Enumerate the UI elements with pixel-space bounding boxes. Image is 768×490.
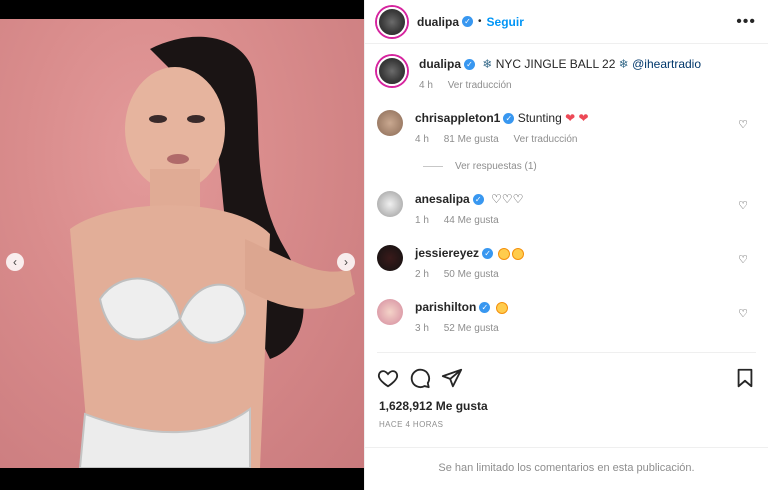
likes-count[interactable]: 1,628,912 Me gusta — [379, 399, 488, 413]
comment-item: anesalipa ✓ ♡♡♡ 1 h 44 Me gusta ♡ — [377, 191, 756, 229]
comment-emoji: ♡♡♡ — [491, 192, 524, 206]
commenter-username[interactable]: parishilton — [415, 300, 476, 314]
heart-eyes-emoji-icon — [512, 247, 525, 260]
like-comment-icon[interactable]: ♡ — [738, 307, 748, 320]
bookmark-icon[interactable] — [734, 367, 756, 389]
verified-badge-icon: ✓ — [479, 302, 491, 314]
caption-username[interactable]: dualipa — [419, 57, 461, 71]
chevron-left-icon: ‹ — [13, 255, 17, 269]
comment-body: chrisappleton1 ✓ Stunting ❤ ❤ 4 h 81 Me g… — [415, 110, 756, 148]
comment-likes[interactable]: 44 Me gusta — [444, 215, 499, 226]
comment-meta: 1 h 44 Me gusta — [415, 213, 756, 229]
comment-bubble-icon[interactable] — [409, 367, 431, 389]
verified-badge-icon: ✓ — [464, 59, 476, 71]
post-caption: dualipa ✓ ❄ NYC JINGLE BALL 22 ❄ @iheartr… — [377, 56, 756, 94]
caption-avatar[interactable] — [377, 56, 407, 86]
like-comment-icon[interactable]: ♡ — [738, 118, 748, 131]
comment-time: 4 h — [415, 134, 429, 145]
photo-illustration — [70, 36, 355, 468]
comment-time: 3 h — [415, 323, 429, 334]
comment-item: chrisappleton1 ✓ Stunting ❤ ❤ 4 h 81 Me g… — [377, 110, 756, 148]
comment-item: parishilton ✓ 3 h 52 Me gusta ♡ — [377, 299, 756, 337]
comment-text: Stunting — [517, 111, 562, 125]
instagram-post-window: ‹ › dualipa ✓ • Seguir ••• dualipa ✓ ❄ NY… — [0, 0, 768, 490]
verified-badge-icon: ✓ — [472, 194, 484, 206]
chevron-right-icon: › — [344, 255, 348, 269]
author-avatar[interactable] — [377, 6, 407, 37]
caption-mention-link[interactable]: @iheartradio — [632, 57, 701, 71]
view-replies-label: Ver respuestas (1) — [455, 161, 537, 172]
heart-outline-icon[interactable] — [377, 367, 399, 389]
post-side-panel: dualipa ✓ • Seguir ••• dualipa ✓ ❄ NYC JI… — [364, 0, 768, 490]
separator-dot: • — [478, 16, 482, 27]
comments-limited-notice: Se han limitado los comentarios en esta … — [365, 447, 768, 474]
comment-item: jessiereyez ✓ 2 h 50 Me gusta ♡ — [377, 245, 756, 283]
commenter-avatar[interactable] — [377, 245, 403, 271]
next-photo-button[interactable]: › — [337, 253, 355, 271]
heart-eyes-emoji-icon — [495, 301, 508, 314]
commenter-avatar[interactable] — [377, 191, 403, 217]
snowflake-icon: ❄ — [618, 57, 629, 71]
commenter-avatar[interactable] — [377, 110, 403, 136]
comment-body: parishilton ✓ 3 h 52 Me gusta — [415, 299, 756, 337]
commenter-username[interactable]: anesalipa — [415, 192, 470, 206]
paper-plane-icon[interactable] — [441, 367, 463, 389]
post-timestamp: HACE 4 HORAS — [379, 420, 444, 429]
post-header: dualipa ✓ • Seguir ••• — [365, 0, 768, 44]
snowflake-icon: ❄ — [482, 57, 493, 71]
comment-meta: 3 h 52 Me gusta — [415, 321, 756, 337]
comment-meta: 4 h 81 Me gusta Ver traducción — [415, 132, 756, 148]
comment-likes[interactable]: 52 Me gusta — [444, 323, 499, 334]
more-options-icon[interactable]: ••• — [736, 13, 756, 31]
caption-text: NYC JINGLE BALL 22 — [495, 57, 616, 71]
author-username[interactable]: dualipa — [417, 15, 459, 29]
follow-button[interactable]: Seguir — [487, 15, 524, 29]
view-replies-link[interactable]: Ver respuestas (1) — [423, 161, 537, 172]
commenter-username[interactable]: chrisappleton1 — [415, 111, 500, 125]
like-comment-icon[interactable]: ♡ — [738, 199, 748, 212]
caption-time: 4 h — [419, 80, 433, 91]
commenter-avatar[interactable] — [377, 299, 403, 325]
comment-likes[interactable]: 50 Me gusta — [444, 269, 499, 280]
comment-time: 2 h — [415, 269, 429, 280]
comment-body: jessiereyez ✓ 2 h 50 Me gusta — [415, 245, 756, 283]
like-comment-icon[interactable]: ♡ — [738, 253, 748, 266]
post-action-bar — [377, 352, 756, 396]
caption-body: dualipa ✓ ❄ NYC JINGLE BALL 22 ❄ @iheartr… — [419, 56, 701, 94]
comment-time: 1 h — [415, 215, 429, 226]
verified-badge-icon: ✓ — [462, 16, 474, 27]
verified-badge-icon: ✓ — [503, 113, 515, 125]
post-photo[interactable]: ‹ › — [0, 19, 364, 468]
see-translation-link[interactable]: Ver traducción — [448, 80, 512, 91]
comment-body: anesalipa ✓ ♡♡♡ 1 h 44 Me gusta — [415, 191, 756, 229]
verified-badge-icon: ✓ — [482, 248, 494, 260]
previous-photo-button[interactable]: ‹ — [6, 253, 24, 271]
comment-likes[interactable]: 81 Me gusta — [444, 134, 499, 145]
caption-meta: 4 h Ver traducción — [419, 78, 701, 94]
commenter-username[interactable]: jessiereyez — [415, 246, 479, 260]
comment-emoji: ❤ ❤ — [565, 111, 589, 125]
heart-eyes-emoji-icon — [498, 247, 511, 260]
comment-meta: 2 h 50 Me gusta — [415, 267, 756, 283]
replies-divider — [423, 166, 443, 167]
see-translation-link[interactable]: Ver traducción — [514, 134, 578, 145]
